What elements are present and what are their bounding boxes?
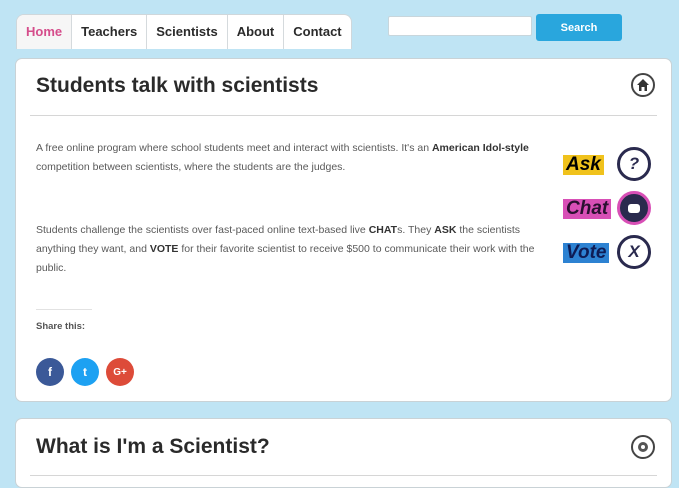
vote-badge-label: Vote <box>563 243 610 263</box>
tab-scientists[interactable]: Scientists <box>147 15 228 49</box>
divider <box>36 309 92 310</box>
info-icon <box>631 435 655 459</box>
question-icon: ? <box>617 147 651 181</box>
card-title: Students talk with scientists <box>36 74 319 97</box>
card-title: What is I'm a Scientist? <box>36 435 270 458</box>
vote-word: VOTE <box>149 243 179 255</box>
share-label: Share this: <box>36 321 86 332</box>
tab-teachers[interactable]: Teachers <box>72 15 148 49</box>
facebook-share-button[interactable]: f <box>36 358 64 386</box>
vote-x-icon: X <box>617 235 651 269</box>
twitter-share-button[interactable]: t <box>71 358 99 386</box>
chat-word: CHAT <box>368 224 398 236</box>
twitter-icon: t <box>83 365 87 379</box>
card-header: Students talk with scientists <box>30 59 657 116</box>
chat-bubble-icon <box>617 191 651 225</box>
challenge-text: Students challenge the scientists over f… <box>36 224 369 236</box>
facebook-icon: f <box>48 365 52 379</box>
vote-badge: Vote X <box>563 235 651 271</box>
ask-word: ASK <box>434 224 457 236</box>
home-icon <box>631 73 655 97</box>
ask-badge-label: Ask <box>563 155 604 175</box>
tab-contact[interactable]: Contact <box>284 15 350 49</box>
card-header: What is I'm a Scientist? <box>30 419 657 476</box>
intro-card: Students talk with scientists A free onl… <box>15 58 672 402</box>
search-button[interactable]: Search <box>536 14 622 41</box>
main-nav: Home Teachers Scientists About Contact <box>16 14 352 49</box>
google-plus-icon: G+ <box>113 366 127 378</box>
challenge-paragraph: Students challenge the scientists over f… <box>36 221 536 278</box>
about-card: What is I'm a Scientist? <box>15 418 672 488</box>
intro-text: A free online program where school stude… <box>36 142 432 154</box>
ask-badge: Ask ? <box>563 147 651 183</box>
search-input[interactable] <box>388 16 532 36</box>
tab-home[interactable]: Home <box>17 15 73 49</box>
intro-paragraph: A free online program where school stude… <box>36 139 536 177</box>
intro-bold: American Idol-style <box>431 142 529 154</box>
intro-text-end: competition between scientists, where th… <box>36 161 346 173</box>
chat-badge-label: Chat <box>563 199 612 219</box>
chat-badge: Chat <box>563 191 651 227</box>
tab-about[interactable]: About <box>228 15 285 49</box>
google-plus-share-button[interactable]: G+ <box>106 358 134 386</box>
challenge-text-2: s. They <box>397 224 435 236</box>
